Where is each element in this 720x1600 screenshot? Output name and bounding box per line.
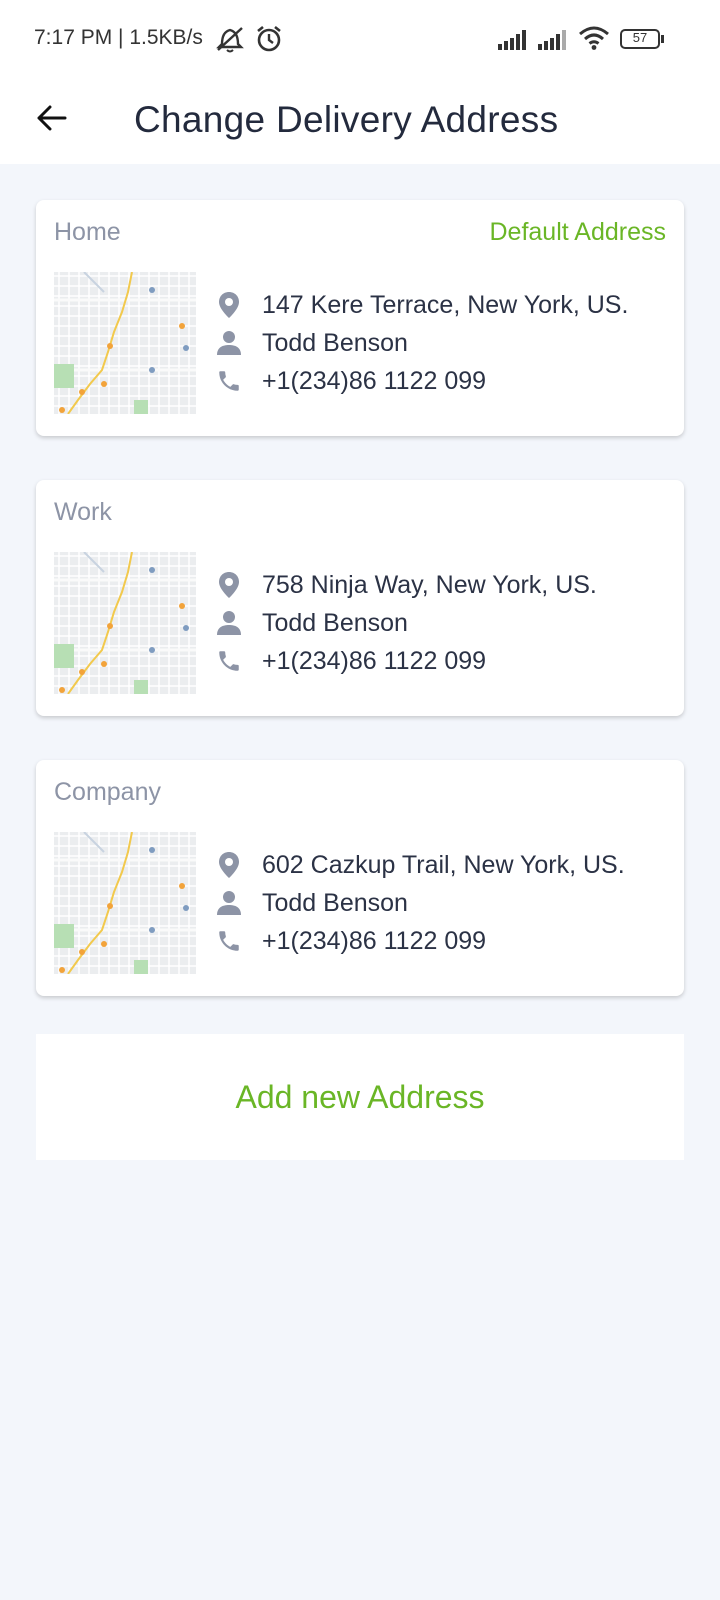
wifi-icon <box>578 26 610 55</box>
address-text: 602 Cazkup Trail, New York, US. <box>262 850 625 879</box>
phone-row: +1(234)86 1122 099 <box>216 642 486 680</box>
person-icon <box>216 328 242 358</box>
name-row: Todd Benson <box>216 324 408 362</box>
contact-name: Todd Benson <box>262 608 408 637</box>
map-thumbnail <box>54 272 196 414</box>
location-pin-icon <box>216 290 242 320</box>
person-icon <box>216 608 242 638</box>
location-pin-icon <box>216 850 242 880</box>
phone-icon <box>216 646 242 676</box>
address-row: 602 Cazkup Trail, New York, US. <box>216 846 625 884</box>
name-row: Todd Benson <box>216 604 408 642</box>
address-row: 147 Kere Terrace, New York, US. <box>216 286 628 324</box>
default-address-badge: Default Address <box>489 218 667 246</box>
address-card-work[interactable]: Work 758 Ninja Way, New York, US. Todd B… <box>36 480 684 716</box>
address-label: Work <box>54 498 112 526</box>
signal-icon-2 <box>538 28 572 55</box>
mute-icon <box>214 24 248 59</box>
alarm-icon <box>254 24 284 59</box>
address-label: Home <box>54 218 121 246</box>
status-bar: 7:17 PM | 1.5KB/s 57 <box>0 0 720 80</box>
contact-phone: +1(234)86 1122 099 <box>262 366 487 395</box>
name-row: Todd Benson <box>216 884 408 922</box>
contact-name: Todd Benson <box>262 888 408 917</box>
phone-row: +1(234)86 1122 099 <box>216 922 486 960</box>
status-time: 7:17 PM | 1.5KB/s <box>34 26 203 49</box>
location-pin-icon <box>216 570 242 600</box>
add-new-address-label: Add new Address <box>235 1078 485 1115</box>
address-row: 758 Ninja Way, New York, US. <box>216 566 597 604</box>
page-title: Change Delivery Address <box>134 99 559 140</box>
app-bar: Change Delivery Address <box>0 80 720 164</box>
battery-icon: 57 <box>620 28 666 55</box>
address-card-company[interactable]: Company 602 Cazkup Trail, New York, US. … <box>36 760 684 996</box>
phone-icon <box>216 366 242 396</box>
map-thumbnail <box>54 832 196 974</box>
phone-row: +1(234)86 1122 099 <box>216 362 486 400</box>
map-thumbnail <box>54 552 196 694</box>
phone-icon <box>216 926 242 956</box>
back-button[interactable] <box>30 98 74 142</box>
signal-icon <box>498 28 532 55</box>
address-text: 758 Ninja Way, New York, US. <box>262 570 597 599</box>
address-text: 147 Kere Terrace, New York, US. <box>262 290 629 319</box>
add-new-address-button[interactable]: Add new Address <box>36 1034 684 1160</box>
contact-phone: +1(234)86 1122 099 <box>262 646 487 675</box>
back-arrow-icon <box>35 103 69 138</box>
address-card-home[interactable]: Home Default Address 147 Kere Terrace, N… <box>36 200 684 436</box>
contact-name: Todd Benson <box>262 328 408 357</box>
address-label: Company <box>54 778 161 806</box>
contact-phone: +1(234)86 1122 099 <box>262 926 487 955</box>
battery-level: 57 <box>632 30 648 45</box>
person-icon <box>216 888 242 918</box>
